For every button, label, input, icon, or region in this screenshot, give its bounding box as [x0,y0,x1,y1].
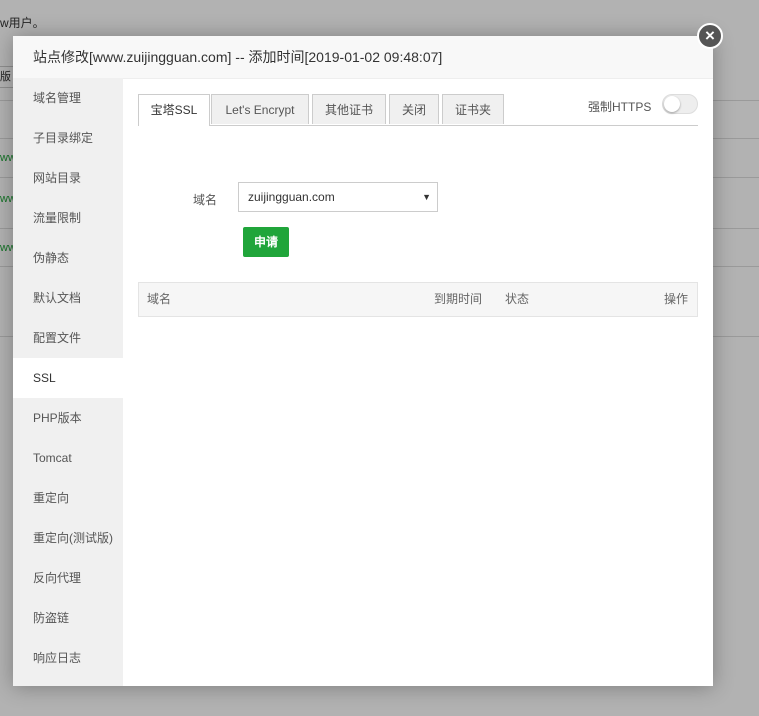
sidebar-item-reverse-proxy[interactable]: 反向代理 [13,558,123,598]
sidebar-item-traffic-limit[interactable]: 流量限制 [13,198,123,238]
sidebar-item-php-version[interactable]: PHP版本 [13,398,123,438]
certificate-table-header: 域名 到期时间 状态 操作 [138,282,698,317]
dialog-title: 站点修改[www.zuijingguan.com] -- 添加时间[2019-0… [13,36,713,79]
column-header-expiry: 到期时间 [434,292,483,306]
sidebar-item-rewrite[interactable]: 伪静态 [13,238,123,278]
domain-select[interactable]: zuijingguan.com ▼ [238,182,438,212]
sidebar-item-tomcat[interactable]: Tomcat [13,438,123,478]
apply-button[interactable]: 申请 [243,227,289,257]
sidebar-item-site-directory[interactable]: 网站目录 [13,158,123,198]
column-header-status: 状态 [505,292,530,306]
close-icon[interactable]: × [697,23,723,49]
domain-select-value: zuijingguan.com [248,190,335,204]
force-https-toggle[interactable] [662,94,698,114]
sidebar-item-subdirectory-binding[interactable]: 子目录绑定 [13,118,123,158]
chevron-down-icon: ▼ [422,192,431,202]
sidebar-item-redirect[interactable]: 重定向 [13,478,123,518]
ssl-panel: 宝塔SSL Let's Encrypt 其他证书 关闭 证书夹 强制HTTPS … [138,78,698,678]
sidebar-item-ssl[interactable]: SSL [13,358,123,398]
column-header-action: 操作 [664,292,689,306]
sidebar-item-redirect-beta[interactable]: 重定向(测试版) [13,518,123,558]
site-edit-dialog: 站点修改[www.zuijingguan.com] -- 添加时间[2019-0… [13,23,723,686]
toggle-knob [664,96,680,112]
sidebar-item-default-document[interactable]: 默认文档 [13,278,123,318]
settings-sidebar: 域名管理 子目录绑定 网站目录 流量限制 伪静态 默认文档 配置文件 SSL P… [13,78,123,686]
tab-baota-ssl[interactable]: 宝塔SSL [138,94,210,126]
sidebar-item-domain-management[interactable]: 域名管理 [13,78,123,118]
column-header-domain: 域名 [147,292,172,306]
domain-label: 域名 [193,193,218,207]
sidebar-item-hotlink-protection[interactable]: 防盗链 [13,598,123,638]
tab-other-certificate[interactable]: 其他证书 [312,94,386,124]
force-https-label: 强制HTTPS [588,100,652,114]
tab-certificate-folder[interactable]: 证书夹 [442,94,504,124]
sidebar-item-response-log[interactable]: 响应日志 [13,638,123,678]
tab-lets-encrypt[interactable]: Let's Encrypt [211,94,309,124]
tab-close-ssl[interactable]: 关闭 [389,94,439,124]
sidebar-item-config-file[interactable]: 配置文件 [13,318,123,358]
